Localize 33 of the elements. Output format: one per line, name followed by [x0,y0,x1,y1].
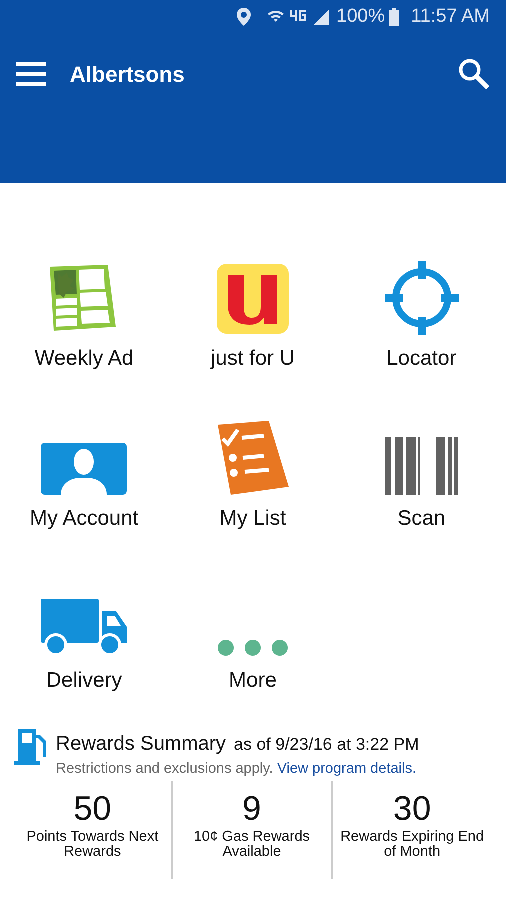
letter-u-icon [216,263,290,335]
app-title: Albertsons [70,60,186,88]
rewards-title: Rewards Summary [56,732,226,757]
location-icon [236,8,251,26]
battery-icon [389,8,400,26]
program-details-link[interactable]: View program details. [277,759,417,781]
barcode-icon [384,437,459,495]
stat-value: 50 [74,788,112,830]
menu-tile[interactable]: Scan [384,417,459,534]
stat-label: Points Towards Next Rewards [26,830,160,862]
menu-tile[interactable]: Locator [384,257,459,374]
search-icon[interactable] [458,58,490,90]
person-card-icon [41,443,128,495]
stat-value: 9 [242,788,262,830]
menu-tile[interactable]: just for U [210,257,295,374]
menu-tile[interactable]: My Account [30,417,139,534]
menu-tile[interactable]: Delivery [41,579,128,696]
disclaimer-text: Restrictions and exclusions apply. [56,760,274,779]
stat-value: 30 [393,788,432,830]
menu-tile[interactable]: More [216,579,289,696]
signal-icon [312,9,329,25]
menu-tile[interactable]: My List [216,417,290,534]
menu-icon[interactable] [16,61,46,87]
menu-tile[interactable]: Weekly Ad [34,257,134,374]
checklist-icon [216,421,290,495]
stat-label: 10¢ Gas Rewards Available [192,830,312,862]
timestamp: as of 9/23/16 at 3:22 PM [234,734,420,756]
stat-label: Rewards Expiring End of Month [340,830,486,862]
dots-icon [216,639,289,657]
battery-level: 100% [336,4,386,29]
clock: 11:57 AM [411,4,490,29]
gas-pump-icon [14,729,48,765]
crosshair-icon [384,261,459,335]
